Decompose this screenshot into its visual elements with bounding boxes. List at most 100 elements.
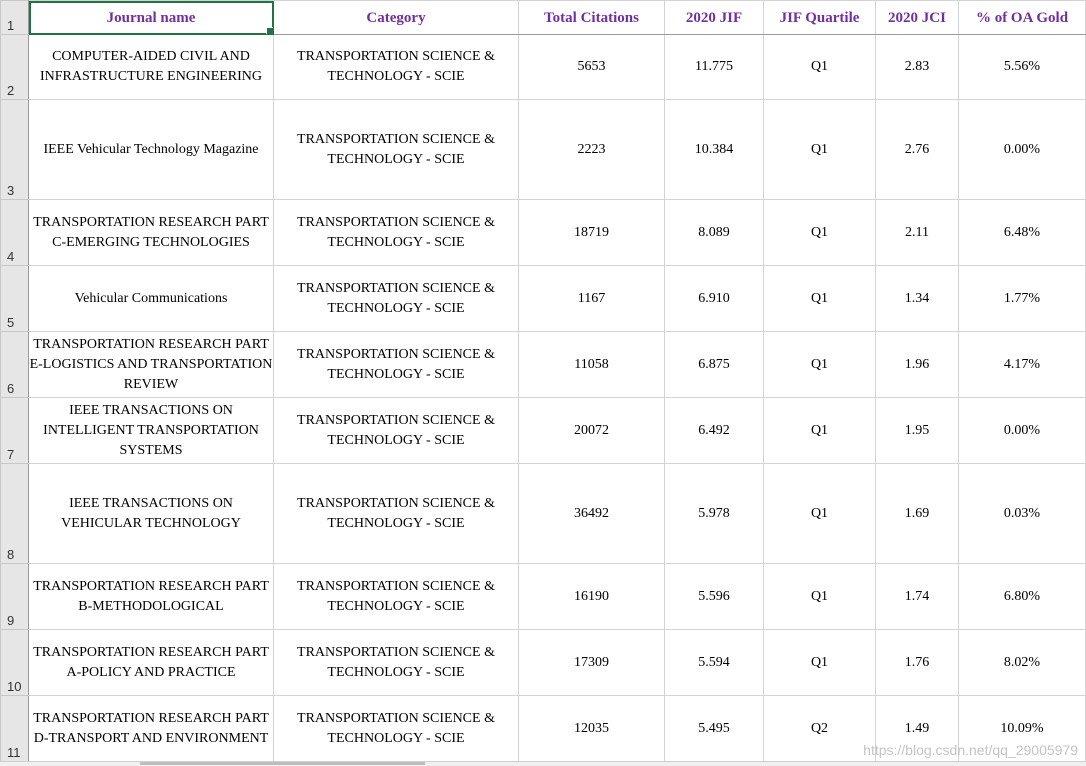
column-header-jci[interactable]: 2020 JCI <box>875 0 959 35</box>
jif-cell[interactable]: 5.596 <box>664 563 764 630</box>
header-row: 1 Journal name Category Total Citations … <box>0 0 1086 35</box>
row-header[interactable]: 1 <box>0 0 29 35</box>
journal-name-cell[interactable]: IEEE TRANSACTIONS ON VEHICULAR TECHNOLOG… <box>28 463 274 564</box>
column-header-journal-name[interactable]: Journal name <box>28 0 274 35</box>
citations-cell[interactable]: 2223 <box>518 99 665 200</box>
jif-cell[interactable]: 10.384 <box>664 99 764 200</box>
column-header-jif[interactable]: 2020 JIF <box>664 0 764 35</box>
jif-cell[interactable]: 6.492 <box>664 397 764 464</box>
oa-gold-cell[interactable]: 0.00% <box>958 397 1086 464</box>
jci-cell[interactable]: 1.49 <box>875 695 959 762</box>
citations-cell[interactable]: 12035 <box>518 695 665 762</box>
fill-handle[interactable] <box>266 27 273 34</box>
table-row: 3 IEEE Vehicular Technology Magazine TRA… <box>0 99 1086 200</box>
row-header[interactable]: 11 <box>0 695 29 762</box>
column-header-jif-quartile[interactable]: JIF Quartile <box>763 0 876 35</box>
jif-cell[interactable]: 8.089 <box>664 199 764 266</box>
jif-cell[interactable]: 5.594 <box>664 629 764 696</box>
quartile-cell[interactable]: Q1 <box>763 331 876 398</box>
category-cell[interactable]: TRANSPORTATION SCIENCE & TECHNOLOGY - SC… <box>273 695 519 762</box>
jif-cell[interactable]: 11.775 <box>664 34 764 100</box>
jci-cell[interactable]: 1.69 <box>875 463 959 564</box>
row-header[interactable]: 6 <box>0 331 29 398</box>
column-header-label: Journal name <box>106 9 196 26</box>
quartile-cell[interactable]: Q2 <box>763 695 876 762</box>
category-cell[interactable]: TRANSPORTATION SCIENCE & TECHNOLOGY - SC… <box>273 629 519 696</box>
jci-cell[interactable]: 2.76 <box>875 99 959 200</box>
category-cell[interactable]: TRANSPORTATION SCIENCE & TECHNOLOGY - SC… <box>273 265 519 332</box>
quartile-cell[interactable]: Q1 <box>763 99 876 200</box>
journal-name-cell[interactable]: TRANSPORTATION RESEARCH PART B-METHODOLO… <box>28 563 274 630</box>
row-header[interactable]: 2 <box>0 34 29 100</box>
scrollbar-thumb[interactable] <box>140 762 425 765</box>
column-header-total-citations[interactable]: Total Citations <box>518 0 665 35</box>
citations-cell[interactable]: 20072 <box>518 397 665 464</box>
journal-name-cell[interactable]: TRANSPORTATION RESEARCH PART C-EMERGING … <box>28 199 274 266</box>
journal-name-cell[interactable]: TRANSPORTATION RESEARCH PART E-LOGISTICS… <box>28 331 274 398</box>
jci-cell[interactable]: 1.95 <box>875 397 959 464</box>
jif-cell[interactable]: 6.910 <box>664 265 764 332</box>
quartile-cell[interactable]: Q1 <box>763 199 876 266</box>
table-row: 8 IEEE TRANSACTIONS ON VEHICULAR TECHNOL… <box>0 463 1086 564</box>
jci-cell[interactable]: 2.83 <box>875 34 959 100</box>
oa-gold-cell[interactable]: 5.56% <box>958 34 1086 100</box>
journal-name-cell[interactable]: IEEE Vehicular Technology Magazine <box>28 99 274 200</box>
category-cell[interactable]: TRANSPORTATION SCIENCE & TECHNOLOGY - SC… <box>273 397 519 464</box>
horizontal-scrollbar[interactable] <box>0 761 1086 766</box>
journal-name-cell[interactable]: Vehicular Communications <box>28 265 274 332</box>
oa-gold-cell[interactable]: 0.03% <box>958 463 1086 564</box>
jif-cell[interactable]: 5.978 <box>664 463 764 564</box>
citations-cell[interactable]: 36492 <box>518 463 665 564</box>
citations-cell[interactable]: 1167 <box>518 265 665 332</box>
category-cell[interactable]: TRANSPORTATION SCIENCE & TECHNOLOGY - SC… <box>273 331 519 398</box>
journal-name-cell[interactable]: TRANSPORTATION RESEARCH PART D-TRANSPORT… <box>28 695 274 762</box>
jif-cell[interactable]: 6.875 <box>664 331 764 398</box>
jci-cell[interactable]: 1.34 <box>875 265 959 332</box>
oa-gold-cell[interactable]: 0.00% <box>958 99 1086 200</box>
jci-cell[interactable]: 2.11 <box>875 199 959 266</box>
quartile-cell[interactable]: Q1 <box>763 563 876 630</box>
citations-cell[interactable]: 5653 <box>518 34 665 100</box>
row-header[interactable]: 5 <box>0 265 29 332</box>
table-row: 6 TRANSPORTATION RESEARCH PART E-LOGISTI… <box>0 331 1086 398</box>
oa-gold-cell[interactable]: 10.09% <box>958 695 1086 762</box>
table-row: 2 COMPUTER-AIDED CIVIL AND INFRASTRUCTUR… <box>0 34 1086 100</box>
oa-gold-cell[interactable]: 8.02% <box>958 629 1086 696</box>
jif-cell[interactable]: 5.495 <box>664 695 764 762</box>
category-cell[interactable]: TRANSPORTATION SCIENCE & TECHNOLOGY - SC… <box>273 563 519 630</box>
row-header[interactable]: 7 <box>0 397 29 464</box>
category-cell[interactable]: TRANSPORTATION SCIENCE & TECHNOLOGY - SC… <box>273 199 519 266</box>
quartile-cell[interactable]: Q1 <box>763 629 876 696</box>
row-header[interactable]: 10 <box>0 629 29 696</box>
category-cell[interactable]: TRANSPORTATION SCIENCE & TECHNOLOGY - SC… <box>273 463 519 564</box>
oa-gold-cell[interactable]: 6.48% <box>958 199 1086 266</box>
journal-name-cell[interactable]: IEEE TRANSACTIONS ON INTELLIGENT TRANSPO… <box>28 397 274 464</box>
journal-name-cell[interactable]: TRANSPORTATION RESEARCH PART A-POLICY AN… <box>28 629 274 696</box>
quartile-cell[interactable]: Q1 <box>763 397 876 464</box>
category-cell[interactable]: TRANSPORTATION SCIENCE & TECHNOLOGY - SC… <box>273 34 519 100</box>
jci-cell[interactable]: 1.76 <box>875 629 959 696</box>
citations-cell[interactable]: 17309 <box>518 629 665 696</box>
oa-gold-cell[interactable]: 6.80% <box>958 563 1086 630</box>
table-row: 4 TRANSPORTATION RESEARCH PART C-EMERGIN… <box>0 199 1086 266</box>
oa-gold-cell[interactable]: 4.17% <box>958 331 1086 398</box>
row-header[interactable]: 3 <box>0 99 29 200</box>
category-cell[interactable]: TRANSPORTATION SCIENCE & TECHNOLOGY - SC… <box>273 99 519 200</box>
table-row: 10 TRANSPORTATION RESEARCH PART A-POLICY… <box>0 629 1086 696</box>
row-header[interactable]: 9 <box>0 563 29 630</box>
journal-name-cell[interactable]: COMPUTER-AIDED CIVIL AND INFRASTRUCTURE … <box>28 34 274 100</box>
quartile-cell[interactable]: Q1 <box>763 463 876 564</box>
citations-cell[interactable]: 11058 <box>518 331 665 398</box>
column-header-oa-gold[interactable]: % of OA Gold <box>958 0 1086 35</box>
jci-cell[interactable]: 1.96 <box>875 331 959 398</box>
quartile-cell[interactable]: Q1 <box>763 34 876 100</box>
table-body: 2 COMPUTER-AIDED CIVIL AND INFRASTRUCTUR… <box>0 34 1086 762</box>
citations-cell[interactable]: 16190 <box>518 563 665 630</box>
row-header[interactable]: 8 <box>0 463 29 564</box>
oa-gold-cell[interactable]: 1.77% <box>958 265 1086 332</box>
citations-cell[interactable]: 18719 <box>518 199 665 266</box>
row-header[interactable]: 4 <box>0 199 29 266</box>
quartile-cell[interactable]: Q1 <box>763 265 876 332</box>
column-header-category[interactable]: Category <box>273 0 519 35</box>
jci-cell[interactable]: 1.74 <box>875 563 959 630</box>
